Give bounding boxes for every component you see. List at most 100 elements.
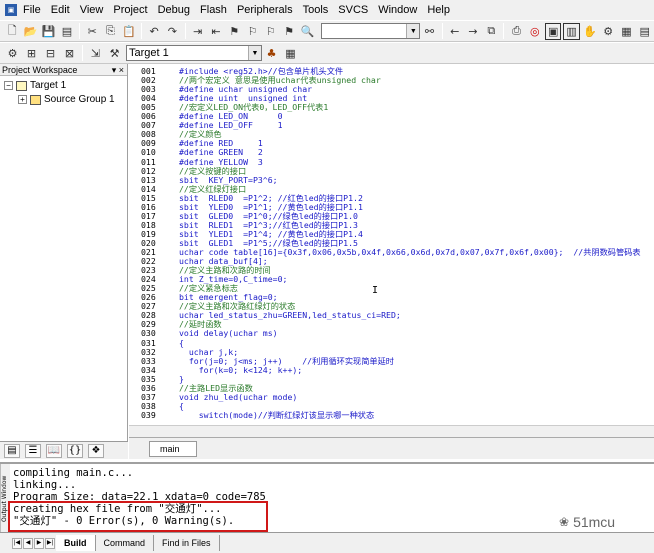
build-icon[interactable]: ⊞	[23, 45, 40, 62]
editor-gutter	[129, 64, 139, 425]
output-line: linking...	[13, 479, 77, 491]
binoculars-icon[interactable]: ⚯	[421, 23, 437, 40]
separator	[82, 45, 83, 61]
clear-bookmarks-icon[interactable]: ⚑	[281, 23, 297, 40]
code-line[interactable]: for(k=0; k<124; k++);	[179, 365, 303, 375]
save-all-icon[interactable]: ▤	[59, 23, 75, 40]
download-icon[interactable]: ⇲	[87, 45, 104, 62]
files-tab-icon[interactable]: ▤	[4, 443, 20, 458]
prev-bookmark-icon[interactable]: ⚐	[244, 23, 260, 40]
open-folder-icon[interactable]: 📂	[22, 23, 38, 40]
menu-item-debug[interactable]: Debug	[153, 0, 195, 20]
undo-icon[interactable]: ↶	[146, 23, 162, 40]
editor-tabs: main	[129, 437, 654, 459]
forward-icon[interactable]: →	[465, 23, 481, 40]
config-icon[interactable]: ⚙	[600, 23, 616, 40]
books-tab-icon[interactable]: 📖	[46, 443, 62, 458]
save-icon[interactable]: 💾	[41, 23, 57, 40]
tree-target-label: Target 1	[30, 80, 67, 91]
first-tab-icon[interactable]: |◀	[12, 537, 22, 549]
menu-item-view[interactable]: View	[75, 0, 109, 20]
output-line: compiling main.c...	[13, 467, 134, 479]
bookmark-icon[interactable]: ⚑	[226, 23, 242, 40]
find-in-files-icon[interactable]: 🔍	[299, 23, 315, 40]
help-icon[interactable]: ▤	[637, 23, 653, 40]
target-select-value: Target 1	[129, 47, 169, 59]
workspace-controls[interactable]: ▾ ×	[112, 64, 124, 76]
back-icon[interactable]: ←	[447, 23, 463, 40]
window-toggle-icon[interactable]: ▣	[544, 22, 562, 40]
print-icon[interactable]: ⎙	[508, 23, 524, 40]
manage-components-icon[interactable]: ▦	[282, 45, 299, 62]
indent-icon[interactable]: ⇥	[190, 23, 206, 40]
collapse-icon[interactable]: −	[4, 81, 13, 90]
redo-icon[interactable]: ↷	[164, 23, 180, 40]
code-line[interactable]: void delay(uchar ms)	[179, 329, 278, 338]
hand-icon[interactable]: ✋	[582, 23, 598, 40]
target-options-icon[interactable]: ♣	[263, 45, 280, 62]
result-highlight	[8, 501, 268, 532]
output-tab-find-in-files[interactable]: Find in Files	[154, 535, 220, 551]
workspace-title-text: Project Workspace	[2, 65, 78, 75]
menu-bar: ▣ File Edit View Project Debug Flash Periphera…	[0, 0, 654, 20]
menu-item-file[interactable]: File	[18, 0, 46, 20]
chevron-down-icon[interactable]: ▼	[406, 24, 420, 38]
prev-tab-icon[interactable]: ◀	[23, 537, 33, 549]
tools-icon[interactable]: ▦	[618, 23, 634, 40]
output-tab-command[interactable]: Command	[96, 535, 155, 551]
menu-item-project[interactable]: Project	[108, 0, 152, 20]
workspace-title: Project Workspace ▾ ×	[0, 64, 127, 76]
find-combo[interactable]: ▼	[320, 23, 421, 39]
code-editor[interactable]: 001 #include <reg52.h>//包含单片机头文件 002//两个宏定…	[129, 64, 654, 425]
regs-tab-icon[interactable]: ☰	[25, 443, 41, 458]
text-cursor: I	[372, 285, 379, 296]
options-icon[interactable]: ⚒	[106, 45, 123, 62]
next-tab-icon[interactable]: ▶	[34, 537, 44, 549]
copy-icon[interactable]: ⎘	[102, 23, 118, 40]
menu-item-window[interactable]: Window	[373, 0, 422, 20]
menu-item-help[interactable]: Help	[422, 0, 455, 20]
editor-scrollbar[interactable]	[129, 425, 654, 437]
cut-icon[interactable]: ✂	[84, 23, 100, 40]
brand-watermark: ❀ 51mcu	[559, 514, 615, 530]
tree-source-group[interactable]: + Source Group 1	[18, 94, 115, 105]
paste-icon[interactable]: 📋	[121, 23, 137, 40]
code-line[interactable]: void zhu_led(uchar mode)	[179, 392, 297, 402]
workspace-tabs: ▤ ☰ 📖 {} ❖	[0, 441, 128, 459]
window-layout-icon[interactable]: ▥	[563, 22, 580, 40]
app-icon: ▣	[5, 4, 17, 16]
templates-tab-icon[interactable]: ❖	[88, 443, 104, 458]
code-line[interactable]: switch(mode)//判断红绿灯该显示哪一种状态	[179, 410, 374, 420]
functions-tab-icon[interactable]: {}	[67, 443, 83, 458]
menu-item-edit[interactable]: Edit	[46, 0, 75, 20]
toolbar-main: 🗋 📂 💾 ▤ ✂ ⎘ 📋 ↶ ↷ ⇥ ⇤ ⚑ ⚐ ⚐ ⚑ 🔍 ▼ ⚯ ← → …	[0, 20, 654, 42]
output-tab-build[interactable]: Build	[56, 535, 96, 551]
separator	[441, 23, 443, 39]
unindent-icon[interactable]: ⇤	[208, 23, 224, 40]
wechat-icon: ❀	[559, 515, 570, 529]
source-browse-icon[interactable]: ⧉	[483, 23, 499, 40]
next-bookmark-icon[interactable]: ⚐	[263, 23, 279, 40]
menu-item-flash[interactable]: Flash	[195, 0, 232, 20]
last-tab-icon[interactable]: ▶|	[45, 537, 55, 549]
menu-item-tools[interactable]: Tools	[298, 0, 334, 20]
target-folder-icon	[16, 80, 27, 91]
debug-icon[interactable]: ◎	[527, 23, 543, 40]
line-number: 039	[141, 409, 156, 420]
output-tabs: |◀ ◀ ▶ ▶| Build Command Find in Files	[0, 532, 654, 553]
chevron-down-icon[interactable]: ▼	[248, 46, 261, 60]
menu-item-peripherals[interactable]: Peripherals	[232, 0, 298, 20]
source-folder-icon	[30, 94, 41, 105]
brand-text: 51mcu	[573, 514, 616, 530]
tree-group-label: Source Group 1	[44, 94, 115, 105]
new-file-icon[interactable]: 🗋	[4, 23, 20, 40]
rebuild-icon[interactable]: ⊟	[42, 45, 59, 62]
output-window: Output Window compiling main.c... linking…	[0, 462, 654, 534]
target-select[interactable]: Target 1 ▼	[126, 45, 262, 61]
expand-icon[interactable]: +	[18, 95, 27, 104]
tab-main[interactable]: main	[149, 441, 197, 457]
compile-icon[interactable]: ⚙	[4, 45, 21, 62]
menu-item-svcs[interactable]: SVCS	[333, 0, 373, 20]
tree-target[interactable]: − Target 1	[4, 80, 66, 91]
stop-build-icon[interactable]: ⊠	[61, 45, 78, 62]
